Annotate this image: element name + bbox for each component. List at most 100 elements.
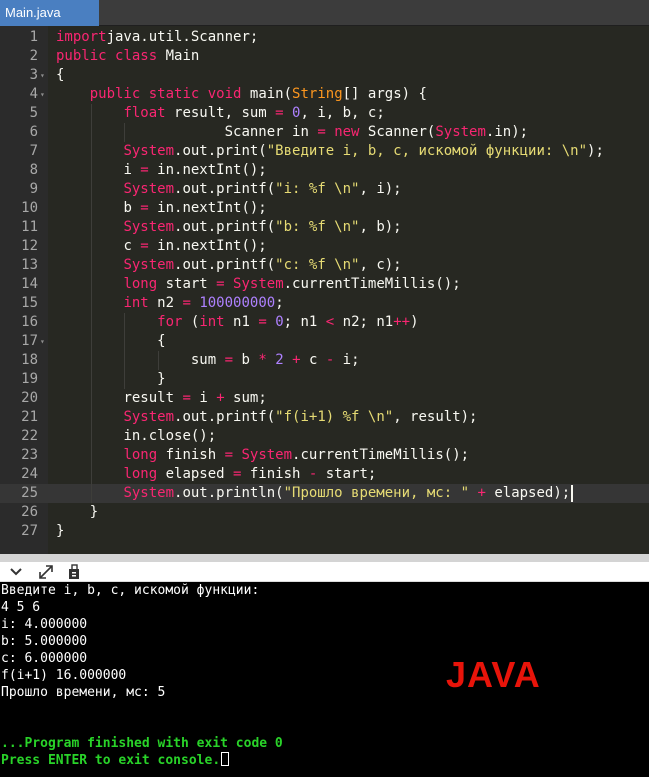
line-number: 18	[21, 352, 38, 368]
fold-toggle-icon[interactable]: ▾	[40, 85, 48, 104]
code-line[interactable]: 8 i = in.nextInt();	[0, 161, 649, 180]
code-line[interactable]: 11 System.out.printf("b: %f \n", b);	[0, 218, 649, 237]
code-line[interactable]: 21 System.out.printf("f(i+1) %f \n", resu…	[0, 408, 649, 427]
code-text: public class Main	[56, 48, 200, 64]
line-number: 8	[29, 162, 38, 178]
tab-main-java[interactable]: Main.java	[0, 0, 99, 26]
line-number: 25	[21, 485, 38, 501]
code-line[interactable]: 25 System.out.println("Прошло времени, мс…	[0, 484, 649, 503]
indent-guide	[90, 389, 92, 408]
console-cursor	[221, 752, 230, 766]
line-number: 2	[29, 48, 38, 64]
code-line[interactable]: 4 ▾ public static void main(String[] args)…	[0, 85, 649, 104]
code-text: int n2 = 100000000;	[123, 295, 284, 311]
code-line[interactable]: 19}	[0, 370, 649, 389]
code-line[interactable]: 1 importjava.util.Scanner;	[0, 28, 649, 47]
line-number: 27	[21, 523, 38, 539]
code-line[interactable]: 14 long start = System.currentTimeMillis(…	[0, 275, 649, 294]
indent-guide	[90, 104, 92, 123]
output-console[interactable]: Введите i, b, c, искомой функции: 4 5 6 i:…	[0, 582, 649, 777]
copy-output-button[interactable]	[64, 563, 84, 581]
fold-toggle-icon[interactable]: ▾	[40, 332, 48, 351]
code-text: }	[89, 504, 99, 520]
line-number: 13	[21, 257, 38, 273]
code-line[interactable]: 27}	[0, 522, 649, 541]
line-number: 10	[21, 200, 38, 216]
code-text: public static void main(String[] args) {	[89, 86, 427, 102]
code-line[interactable]: 17 ▾ {	[0, 332, 649, 351]
line-number: 15	[21, 295, 38, 311]
console-line: Press ENTER to exit console.	[1, 752, 230, 769]
indent-guide	[124, 351, 126, 370]
code-text: Scanner in = new Scanner(System.in);	[157, 124, 529, 140]
indent-guide	[90, 294, 92, 313]
code-line[interactable]: 18 sum = b * 2 + c - i;	[0, 351, 649, 370]
indent-guide	[90, 123, 92, 142]
code-text: }	[56, 523, 65, 539]
code-text: float result, sum = 0, i, b, c;	[123, 105, 385, 121]
copy-icon	[69, 564, 79, 579]
line-number: 21	[21, 409, 38, 425]
line-number: 4	[29, 86, 38, 102]
indent-guide	[158, 351, 160, 370]
line-number: 17	[21, 333, 38, 349]
console-line: c: 6.000000	[1, 651, 88, 666]
line-number: 12	[21, 238, 38, 254]
line-number: 3	[29, 67, 38, 83]
line-number: 23	[21, 447, 38, 463]
code-line[interactable]: 12 c = in.nextInt();	[0, 237, 649, 256]
expand-console-button[interactable]	[36, 563, 56, 581]
line-number: 19	[21, 371, 38, 387]
code-text: long finish = System.currentTimeMillis()…	[123, 447, 470, 463]
code-text: System.out.printf("i: %f \n", i);	[123, 181, 402, 197]
code-text: System.out.printf("f(i+1) %f \n", result…	[123, 409, 478, 425]
indent-guide	[90, 275, 92, 294]
code-line[interactable]: 10 b = in.nextInt();	[0, 199, 649, 218]
code-text: result = i + sum;	[123, 390, 267, 406]
indent-guide	[90, 256, 92, 275]
code-text: System.out.printf("c: %f \n", c);	[123, 257, 402, 273]
code-line[interactable]: 24 long elapsed = finish - start;	[0, 465, 649, 484]
line-number: 9	[29, 181, 38, 197]
console-toolbar	[0, 562, 649, 582]
code-editor[interactable]: 1 importjava.util.Scanner; 2 public class M…	[0, 26, 649, 554]
code-text: long elapsed = finish - start;	[123, 466, 377, 482]
line-number: 26	[21, 504, 38, 520]
panel-splitter[interactable]	[0, 554, 649, 562]
indent-guide	[90, 332, 92, 351]
code-line[interactable]: 15 int n2 = 100000000;	[0, 294, 649, 313]
fold-toggle-icon[interactable]: ▾	[40, 66, 48, 85]
code-line[interactable]: 7 System.out.print("Введите i, b, c, иско…	[0, 142, 649, 161]
code-line[interactable]: 23 long finish = System.currentTimeMillis…	[0, 446, 649, 465]
code-line[interactable]: 22 in.close();	[0, 427, 649, 446]
code-line[interactable]: 16 for (int n1 = 0; n1 < n2; n1++)	[0, 313, 649, 332]
java-watermark: JAVA	[446, 654, 541, 695]
code-line[interactable]: 20 result = i + sum;	[0, 389, 649, 408]
console-line: 4 5 6	[1, 600, 41, 615]
line-number: 6	[29, 124, 38, 140]
code-text: {	[157, 333, 166, 349]
indent-guide	[124, 332, 126, 351]
line-number: 24	[21, 466, 38, 482]
line-number: 5	[29, 105, 38, 121]
code-line[interactable]: 9 System.out.printf("i: %f \n", i);	[0, 180, 649, 199]
indent-guide	[90, 351, 92, 370]
line-number: 22	[21, 428, 38, 444]
code-text: b = in.nextInt();	[123, 200, 267, 216]
code-line[interactable]: 3 ▾ {	[0, 66, 649, 85]
code-line[interactable]: 2 public class Main	[0, 47, 649, 66]
expand-arrows-icon	[39, 565, 53, 579]
code-line[interactable]: 5 float result, sum = 0, i, b, c;	[0, 104, 649, 123]
code-text: System.out.print("Введите i, b, c, иском…	[123, 143, 604, 159]
collapse-console-button[interactable]	[6, 563, 26, 581]
indent-guide	[90, 446, 92, 465]
code-line[interactable]: 13 System.out.printf("c: %f \n", c);	[0, 256, 649, 275]
code-line[interactable]: 6 Scanner in = new Scanner(System.in);	[0, 123, 649, 142]
code-line[interactable]: 26}	[0, 503, 649, 522]
line-number: 16	[21, 314, 38, 330]
console-line: Прошло времени, мс: 5	[1, 685, 166, 700]
indent-guide	[90, 484, 92, 503]
indent-guide	[90, 142, 92, 161]
line-number: 1	[29, 29, 38, 45]
indent-guide	[90, 427, 92, 446]
